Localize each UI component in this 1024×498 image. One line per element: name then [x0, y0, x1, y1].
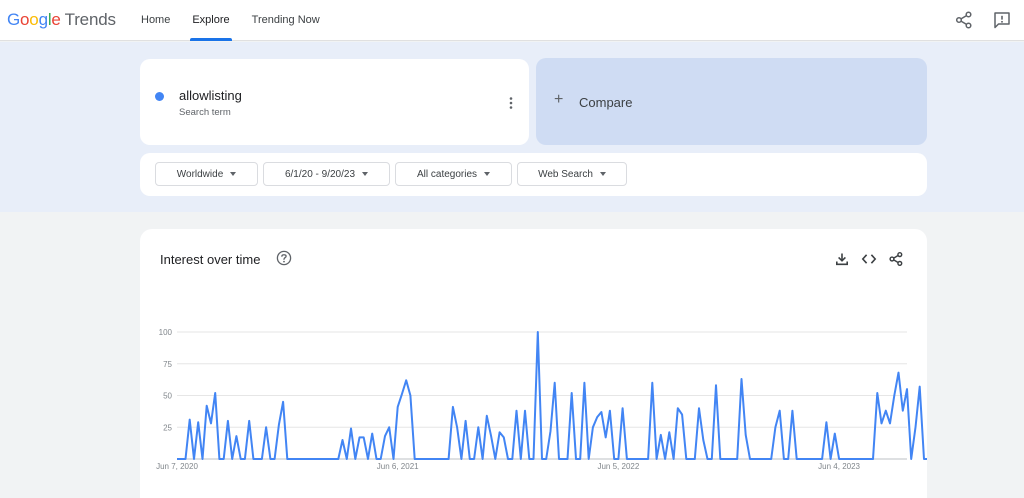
term-color-dot: [155, 92, 164, 101]
main-nav: Home Explore Trending Now: [130, 0, 331, 41]
nav-trending-now[interactable]: Trending Now: [241, 0, 331, 41]
top-bar: Google Trends Home Explore Trending Now: [0, 0, 1024, 41]
date-range-value: 6/1/20 - 9/20/23: [284, 168, 356, 180]
nav-home[interactable]: Home: [130, 0, 181, 41]
chevron-down-icon: [230, 172, 237, 176]
category-dropdown[interactable]: All categories: [395, 162, 512, 186]
search-term-card[interactable]: allowlisting Search term: [140, 59, 529, 145]
x-tick-label: Jun 6, 2021: [377, 462, 419, 471]
share-icon[interactable]: [888, 251, 904, 267]
search-type-value: Web Search: [538, 168, 593, 180]
interest-chart[interactable]: 100 75 50 25 Jun 7, 2020 Jun 6, 2021 Jun 5, 20…: [140, 319, 927, 479]
more-vert-icon[interactable]: [507, 96, 515, 110]
x-tick-label: Jun 4, 2023: [818, 462, 860, 471]
y-tick-label: 25: [163, 423, 172, 432]
search-type-dropdown[interactable]: Web Search: [517, 162, 627, 186]
y-tick-label: 50: [163, 392, 172, 401]
interest-over-time-panel: Interest over time 100 75 50 25 Jun 7, 2020 J…: [140, 229, 927, 498]
search-term-subtitle: Search term: [179, 107, 231, 118]
chevron-down-icon: [484, 172, 491, 176]
y-tick-label: 100: [159, 328, 173, 337]
region-value: Worldwide: [176, 168, 224, 180]
search-term-name[interactable]: allowlisting: [179, 88, 242, 103]
category-value: All categories: [416, 168, 478, 180]
compare-label: Compare: [579, 95, 633, 110]
region-dropdown[interactable]: Worldwide: [155, 162, 258, 186]
date-range-dropdown[interactable]: 6/1/20 - 9/20/23: [263, 162, 390, 186]
filter-bar: Worldwide 6/1/20 - 9/20/23 All categorie…: [140, 153, 927, 196]
compare-button[interactable]: + Compare: [536, 58, 927, 145]
share-icon[interactable]: [954, 10, 974, 30]
plus-icon: +: [554, 91, 564, 108]
google-trends-logo[interactable]: Google Trends: [7, 10, 116, 30]
y-tick-label: 75: [163, 360, 172, 369]
download-icon[interactable]: [834, 251, 850, 267]
x-tick-label: Jun 7, 2020: [156, 462, 198, 471]
panel-title: Interest over time: [160, 252, 261, 267]
feedback-icon[interactable]: [992, 10, 1012, 30]
chevron-down-icon: [599, 172, 606, 176]
embed-icon[interactable]: [861, 251, 877, 267]
nav-explore[interactable]: Explore: [181, 0, 240, 41]
x-tick-label: Jun 5, 2022: [597, 462, 639, 471]
help-icon[interactable]: [276, 250, 292, 266]
chevron-down-icon: [362, 172, 369, 176]
